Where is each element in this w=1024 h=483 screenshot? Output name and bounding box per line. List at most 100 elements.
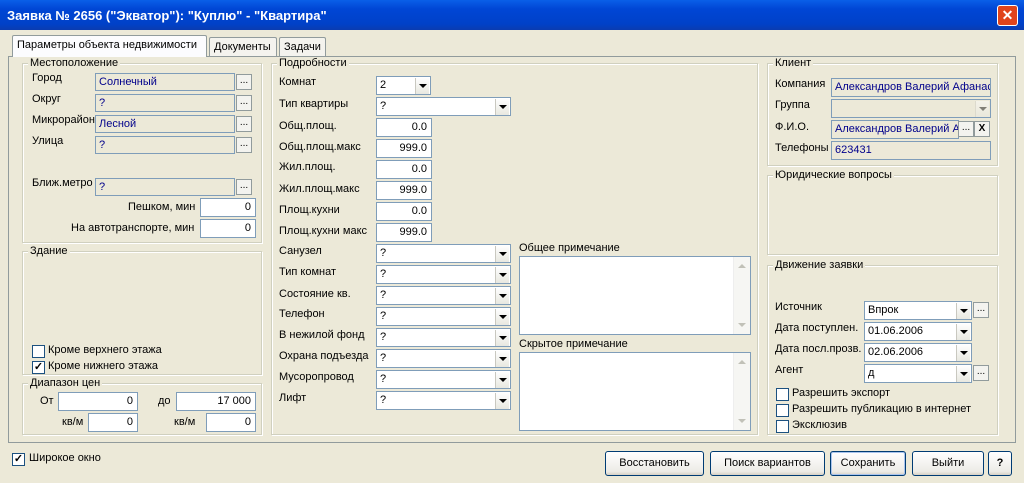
sqm-to-label: кв/м: [174, 416, 196, 428]
nonres-select[interactable]: ?: [376, 328, 511, 347]
lift-select[interactable]: ?: [376, 391, 511, 410]
apt-type-select[interactable]: ?: [376, 97, 511, 116]
received-date-picker[interactable]: 01.06.2006: [864, 322, 972, 341]
received-label: Дата поступлен.: [775, 322, 859, 334]
kitchen-input[interactable]: 0.0: [376, 202, 432, 221]
allow-internet-checkbox[interactable]: [776, 404, 789, 417]
living-area-input[interactable]: 0.0: [376, 160, 432, 179]
details-title: Подробности: [277, 57, 349, 69]
city-browse-button[interactable]: ...: [236, 74, 252, 90]
price-from-label: От: [40, 395, 54, 407]
group-select[interactable]: [831, 99, 991, 118]
microdistrict-field: Лесной: [95, 115, 235, 133]
chevron-down-icon: [975, 101, 989, 117]
transport-input[interactable]: 0: [200, 219, 256, 238]
street-field: ?: [95, 136, 235, 154]
chevron-down-icon: [495, 267, 509, 283]
phone-label: Телефон: [279, 308, 325, 320]
walk-label: Пешком, мин: [128, 201, 196, 213]
name-browse-button[interactable]: ...: [958, 121, 974, 137]
chevron-down-icon: [495, 99, 509, 115]
restore-button[interactable]: Восстановить: [605, 451, 704, 476]
kitchen-max-label: Площ.кухни макс: [279, 225, 367, 237]
district-field: ?: [95, 94, 235, 112]
scrollbar[interactable]: [733, 353, 750, 430]
nonres-value: ?: [380, 331, 387, 343]
not-bottom-floor-checkbox[interactable]: ✓: [32, 361, 45, 374]
total-area-max-input[interactable]: 999.0: [376, 139, 432, 158]
search-variants-button[interactable]: Поиск вариантов: [710, 451, 825, 476]
lift-label: Лифт: [279, 392, 307, 404]
legal-title: Юридические вопросы: [773, 169, 894, 181]
name-label: Ф.И.О.: [775, 121, 809, 133]
general-note-label: Общее примечание: [519, 242, 620, 254]
building-group: [22, 251, 262, 375]
bathroom-select[interactable]: ?: [376, 244, 511, 263]
garbage-select[interactable]: ?: [376, 370, 511, 389]
district-browse-button[interactable]: ...: [236, 95, 252, 111]
phone-select[interactable]: ?: [376, 307, 511, 326]
living-area-max-label: Жил.площ.макс: [279, 183, 360, 195]
building-title: Здание: [28, 245, 70, 257]
street-browse-button[interactable]: ...: [236, 137, 252, 153]
lift-value: ?: [380, 394, 387, 406]
scroll-up-icon[interactable]: [734, 258, 750, 274]
condition-label: Состояние кв.: [279, 288, 351, 300]
total-area-max-label: Общ.площ.макс: [279, 141, 361, 153]
hidden-note-textarea[interactable]: [519, 352, 751, 431]
kitchen-max-input[interactable]: 999.0: [376, 223, 432, 242]
living-area-max-input[interactable]: 999.0: [376, 181, 432, 200]
source-select[interactable]: Впрок: [864, 301, 972, 320]
wide-window-checkbox[interactable]: ✓: [12, 453, 25, 466]
tab-documents[interactable]: Документы: [209, 37, 277, 56]
scroll-down-icon[interactable]: [734, 317, 750, 333]
general-note-textarea[interactable]: [519, 256, 751, 335]
price-to-input[interactable]: 17 000: [176, 392, 256, 411]
walk-input[interactable]: 0: [200, 198, 256, 217]
garbage-value: ?: [380, 373, 387, 385]
price-from-input[interactable]: 0: [58, 392, 138, 411]
security-select[interactable]: ?: [376, 349, 511, 368]
condition-select[interactable]: ?: [376, 286, 511, 305]
help-button[interactable]: ?: [988, 451, 1012, 476]
name-field: Александров Валерий А: [831, 120, 959, 139]
not-top-floor-checkbox[interactable]: [32, 345, 45, 358]
received-value: 01.06.2006: [868, 325, 924, 337]
source-value: Впрок: [868, 304, 899, 316]
scrollbar[interactable]: [733, 257, 750, 334]
scroll-up-icon[interactable]: [734, 354, 750, 370]
microdistrict-label: Микрорайон: [32, 114, 95, 126]
chevron-down-icon: [956, 366, 970, 382]
metro-browse-button[interactable]: ...: [236, 179, 252, 195]
tab-tasks[interactable]: Задачи: [279, 37, 326, 56]
agent-select[interactable]: д: [864, 364, 972, 383]
exclusive-label: Эксклюзив: [792, 419, 847, 431]
save-button[interactable]: Сохранить: [830, 451, 906, 476]
sqm-to-input[interactable]: 0: [206, 413, 256, 432]
source-browse-button[interactable]: ...: [973, 302, 989, 318]
allow-internet-label: Разрешить публикацию в интернет: [792, 403, 972, 415]
district-label: Округ: [32, 93, 61, 105]
room-type-select[interactable]: ?: [376, 265, 511, 284]
tab-object-params[interactable]: Параметры объекта недвижимости: [12, 35, 207, 57]
close-button[interactable]: ✕: [997, 5, 1018, 26]
agent-browse-button[interactable]: ...: [973, 365, 989, 381]
location-title: Местоположение: [28, 57, 121, 69]
phones-label: Телефоны: [775, 142, 829, 154]
exit-button[interactable]: Выйти: [912, 451, 984, 476]
total-area-input[interactable]: 0.0: [376, 118, 432, 137]
chevron-down-icon: [956, 345, 970, 361]
client-title: Клиент: [773, 57, 814, 69]
clear-name-button[interactable]: X: [974, 121, 990, 137]
agent-label: Агент: [775, 364, 804, 376]
sqm-from-input[interactable]: 0: [88, 413, 138, 432]
exclusive-checkbox[interactable]: [776, 420, 789, 433]
rooms-select[interactable]: 2: [376, 76, 431, 95]
scroll-down-icon[interactable]: [734, 413, 750, 429]
allow-export-checkbox[interactable]: [776, 388, 789, 401]
last-call-date-picker[interactable]: 02.06.2006: [864, 343, 972, 362]
microdistrict-browse-button[interactable]: ...: [236, 116, 252, 132]
metro-field: ?: [95, 178, 235, 196]
nonres-label: В нежилой фонд: [279, 329, 365, 341]
movement-title: Движение заявки: [773, 259, 866, 271]
